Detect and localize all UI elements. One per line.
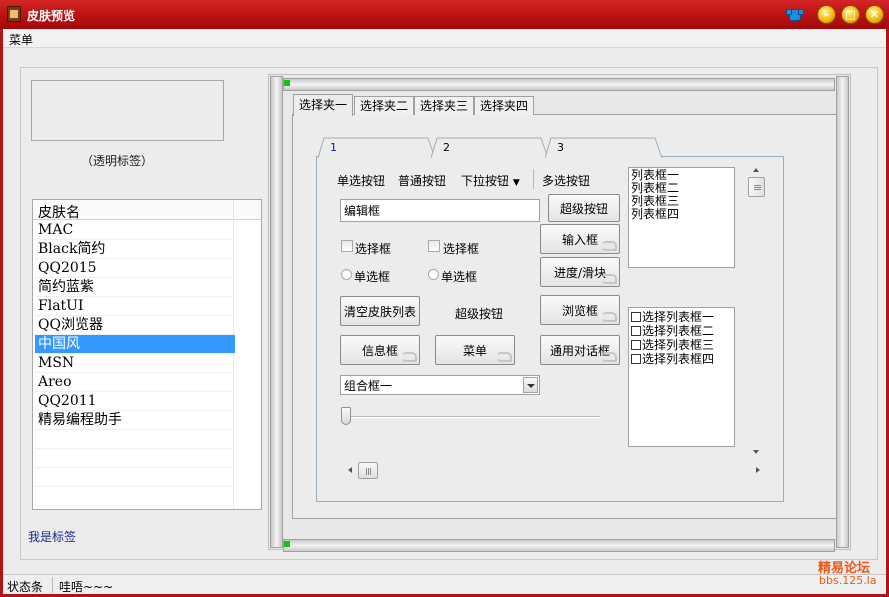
status-bar: 状态条 哇唔~~~ xyxy=(3,574,886,594)
checkbox-1-label: 选择框 xyxy=(355,242,392,256)
slider-thumb[interactable] xyxy=(341,407,351,425)
checkbox-2[interactable] xyxy=(428,240,440,252)
status-right: 哇唔~~~ xyxy=(59,580,114,594)
scroll-up-icon[interactable] xyxy=(753,168,759,172)
combo-box[interactable]: 组合框一 xyxy=(340,375,540,395)
super-button[interactable]: 超级按钮 xyxy=(548,194,620,222)
title-bar[interactable]: 皮肤预览 – □ ✕ xyxy=(0,0,889,29)
menu-button[interactable]: 菜单 xyxy=(435,335,515,365)
dropdown-arrow-icon: ▼ xyxy=(512,178,520,188)
list-item[interactable]: 列表框四 xyxy=(631,208,679,221)
top-scroll-bar[interactable] xyxy=(283,78,835,91)
menu-bar: 菜单 xyxy=(3,29,886,48)
check-list-item[interactable]: 选择列表框一 xyxy=(631,310,714,324)
normal-button-label[interactable]: 普通按钮 xyxy=(398,172,446,189)
info-box-button[interactable]: 信息框 xyxy=(340,335,420,365)
me-label: 我是标签 xyxy=(28,530,77,544)
tab-outer-2[interactable]: 选择夹二 xyxy=(354,96,415,115)
scroll-down-icon[interactable] xyxy=(753,450,759,454)
menu-item-menu[interactable]: 菜单 xyxy=(9,31,33,48)
dropdown-button[interactable]: 下拉按钮 ▼ xyxy=(461,172,520,189)
check-list-item[interactable]: 选择列表框三 xyxy=(631,338,714,352)
check-list-box[interactable]: 选择列表框一 选择列表框二 选择列表框三 选择列表框四 xyxy=(628,307,735,447)
list-item[interactable]: 简约蓝紫 xyxy=(35,278,235,297)
super-button-text[interactable]: 超级按钮 xyxy=(455,305,503,322)
radio-1[interactable] xyxy=(341,269,352,280)
client-area: 菜单 （透明标签） 皮肤名 MAC Black简约 QQ2015 简约蓝紫 Fl… xyxy=(3,29,886,594)
app-icon xyxy=(7,6,21,22)
list-item[interactable]: Areo xyxy=(35,373,235,392)
scroll-indicator-top xyxy=(284,80,290,86)
window-title: 皮肤预览 xyxy=(27,9,76,23)
right-scroll-bar[interactable] xyxy=(836,76,849,548)
left-scroll-bar[interactable] xyxy=(270,76,283,548)
progress-slider-button[interactable]: 进度/滑块 xyxy=(540,257,620,287)
list-item[interactable]: Black简约 xyxy=(35,240,235,259)
vertical-scroll-thumb[interactable] xyxy=(748,177,765,197)
clear-skin-list-button[interactable]: 清空皮肤列表 xyxy=(340,296,420,326)
list-item[interactable]: 精易编程助手 xyxy=(35,411,235,430)
transparent-label: （透明标签） xyxy=(81,154,154,168)
combo-dropdown-icon[interactable] xyxy=(523,377,538,393)
list-item[interactable]: QQ2011 xyxy=(35,392,235,411)
horizontal-scroll-thumb[interactable] xyxy=(358,462,378,479)
check-list-item[interactable]: 选择列表框二 xyxy=(631,324,714,338)
radio-2-label: 单选框 xyxy=(441,270,478,284)
common-dialog-button[interactable]: 通用对话框 xyxy=(540,335,620,365)
tab-inner-3[interactable]: 3 xyxy=(545,137,663,159)
list-box[interactable]: 列表框一 列表框二 列表框三 列表框四 xyxy=(628,167,735,268)
tab-outer-4[interactable]: 选择夹四 xyxy=(474,96,535,115)
tab-outer-3[interactable]: 选择夹三 xyxy=(414,96,475,115)
skin-list-header[interactable]: 皮肤名 xyxy=(33,200,261,221)
tab-outer-1[interactable]: 选择夹一 xyxy=(293,94,354,116)
close-button[interactable]: ✕ xyxy=(865,5,884,24)
list-item-selected[interactable]: 中国风 xyxy=(35,335,235,354)
tab-inner-1[interactable]: 1 xyxy=(318,137,436,159)
scroll-right-icon[interactable] xyxy=(756,467,760,473)
list-item[interactable]: MSN xyxy=(35,354,235,373)
check-list-item[interactable]: 选择列表框四 xyxy=(631,352,714,366)
list-item[interactable]: MAC xyxy=(35,221,235,240)
inner-horizontal-scrollbar[interactable] xyxy=(343,461,765,479)
browse-box-button[interactable]: 浏览框 xyxy=(540,295,620,325)
radio-2[interactable] xyxy=(428,269,439,280)
checkbox-1[interactable] xyxy=(341,240,353,252)
radio-button-label[interactable]: 单选按钮 xyxy=(337,172,385,189)
scroll-left-icon[interactable] xyxy=(348,467,352,473)
inner-vertical-scrollbar[interactable] xyxy=(747,164,765,457)
radio-1-label: 单选框 xyxy=(354,270,391,284)
input-box-button[interactable]: 输入框 xyxy=(540,224,620,254)
list-item[interactable]: QQ浏览器 xyxy=(35,316,235,335)
slider-track[interactable] xyxy=(348,416,600,418)
status-left: 状态条 xyxy=(7,580,44,594)
skin-shirt-icon[interactable] xyxy=(786,6,804,24)
edit-box[interactable]: 编辑框 xyxy=(340,199,540,222)
skin-list[interactable]: 皮肤名 MAC Black简约 QQ2015 简约蓝紫 FlatUI QQ浏览器… xyxy=(32,199,262,510)
watermark-url: bbs.125.la xyxy=(819,574,877,587)
scroll-indicator-bottom xyxy=(284,541,290,547)
multi-select-button-label[interactable]: 多选按钮 xyxy=(542,172,590,189)
transparent-label-box xyxy=(31,80,224,141)
checkbox-2-label: 选择框 xyxy=(443,242,480,256)
bottom-scroll-bar[interactable] xyxy=(283,539,835,552)
maximize-button[interactable]: □ xyxy=(841,5,860,24)
list-item[interactable]: QQ2015 xyxy=(35,259,235,278)
tab-inner-2[interactable]: 2 xyxy=(431,137,549,159)
list-item[interactable]: FlatUI xyxy=(35,297,235,316)
window-frame: 皮肤预览 – □ ✕ 菜单 （透明标签） 皮肤名 MAC Black简约 QQ2… xyxy=(0,0,889,597)
minimize-button[interactable]: – xyxy=(817,5,836,24)
